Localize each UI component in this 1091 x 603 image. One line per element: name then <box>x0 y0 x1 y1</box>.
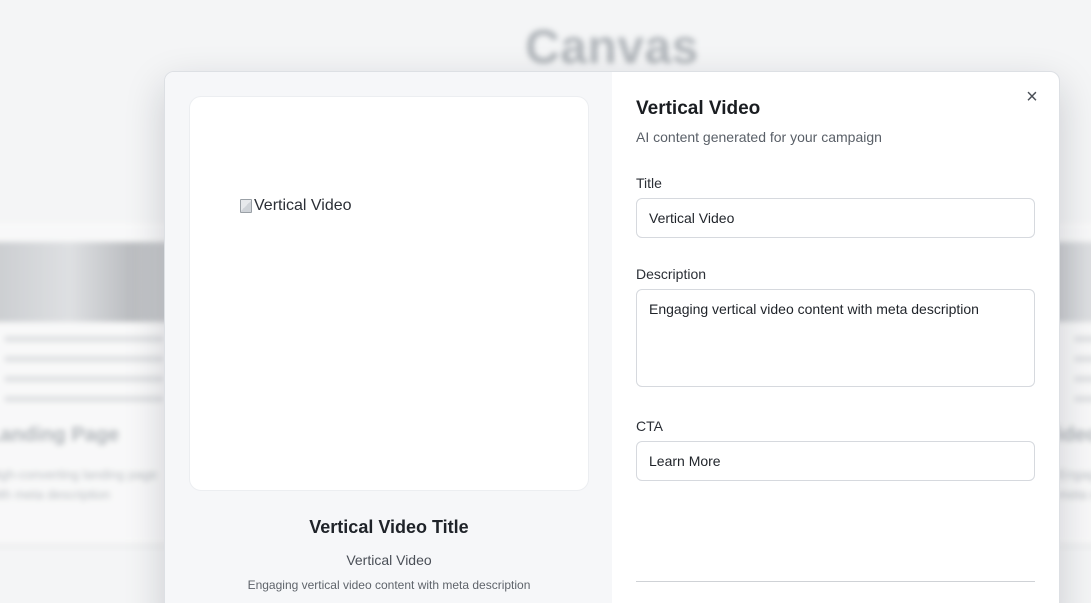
broken-image-icon <box>240 199 252 213</box>
preview-subheadline: Vertical Video <box>346 552 432 568</box>
background-card-text-line <box>1074 336 1091 342</box>
footer-divider <box>636 581 1035 582</box>
background-card-title: Landing Page <box>0 424 120 446</box>
background-page-title: Canvas <box>525 21 699 74</box>
title-field-label: Title <box>636 175 662 191</box>
background-card-thumbnail <box>0 242 180 322</box>
background-card-text-line <box>4 396 164 402</box>
close-icon[interactable]: × <box>1021 86 1043 108</box>
preview-headline: Vertical Video Title <box>309 517 469 537</box>
preview-image-alt: Vertical Video <box>254 197 352 214</box>
background-card-landing-page: Landing Page High-converting landing pag… <box>0 222 180 544</box>
preview-frame: Vertical Video <box>189 96 589 491</box>
background-card-text-line <box>4 376 164 382</box>
background-card-desc-line: meta description <box>1058 487 1091 502</box>
background-card-desc: High-converting landing page with meta d… <box>0 465 180 505</box>
preview-description: Engaging vertical video content with met… <box>247 578 531 592</box>
background-card-text-line <box>4 356 164 362</box>
modal-title: Vertical Video <box>636 98 761 119</box>
background-card-text-line <box>1074 356 1091 362</box>
content-modal: Vertical Video Vertical Video Title Vert… <box>164 71 1060 603</box>
cta-field-label: CTA <box>636 418 663 434</box>
background-card-desc-line: with meta description <box>0 487 111 502</box>
cta-field[interactable] <box>636 441 1035 481</box>
background-card-text-line <box>1074 376 1091 382</box>
description-field[interactable]: Engaging vertical video content with met… <box>636 289 1035 387</box>
form-pane: × Vertical Video AI content generated fo… <box>612 72 1059 603</box>
background-card-desc-line: Engaging vid <box>1058 467 1091 482</box>
background-card-desc: Engaging vid meta description <box>1058 465 1091 505</box>
title-field[interactable] <box>636 198 1035 238</box>
background-card-text-line <box>4 336 164 342</box>
preview-image: Vertical Video <box>240 197 352 215</box>
background-card-desc-line: High-converting landing page <box>0 467 158 482</box>
background-card-text-line <box>1074 396 1091 402</box>
description-field-label: Description <box>636 266 707 282</box>
modal-subtitle: AI content generated for your campaign <box>636 129 882 145</box>
preview-pane: Vertical Video Vertical Video Title Vert… <box>165 72 612 603</box>
